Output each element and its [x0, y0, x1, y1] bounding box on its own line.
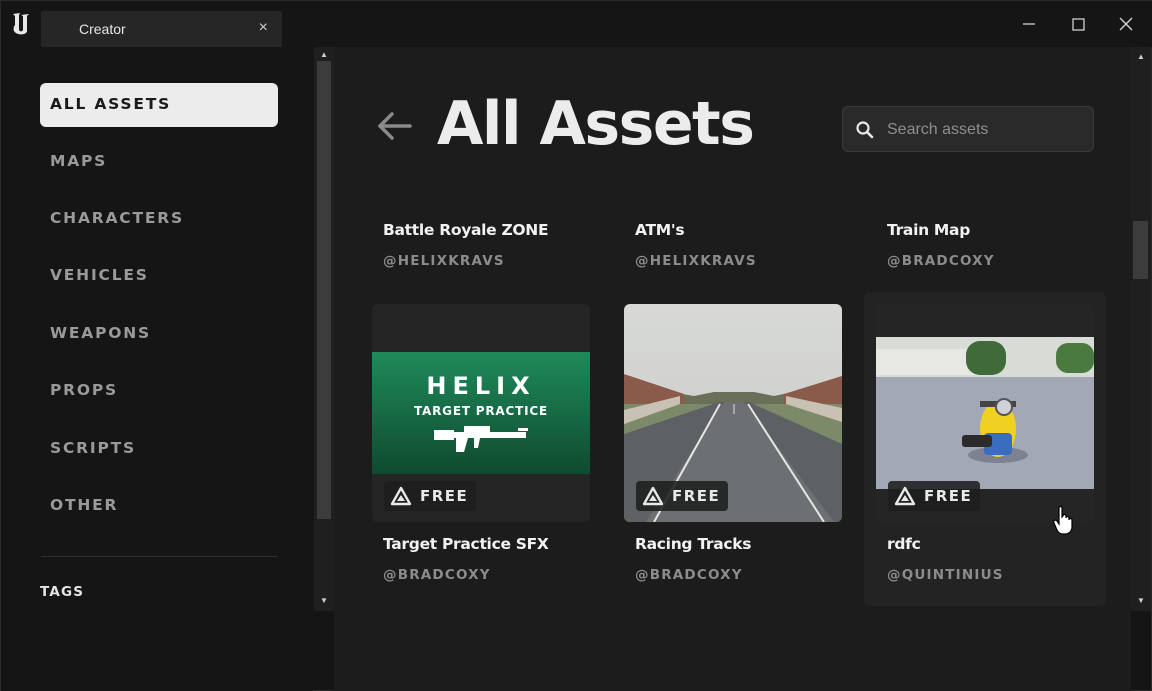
sidebar-item-weapons[interactable]: WEAPONS — [40, 312, 278, 356]
close-window-icon[interactable] — [1106, 9, 1146, 39]
asset-author[interactable]: @BRADCOXY — [383, 567, 491, 583]
tab-label: Creator — [79, 21, 126, 37]
search-box[interactable] — [842, 106, 1094, 152]
search-input[interactable] — [887, 119, 1087, 141]
minimize-icon[interactable] — [1009, 9, 1049, 39]
app-window: Creator × ALL ASSETS MAPS CHARACTERS VEH… — [0, 0, 1152, 691]
asset-card-racing-tracks[interactable]: FREE — [624, 304, 842, 522]
sidebar-item-other[interactable]: OTHER — [40, 484, 278, 528]
asset-title[interactable]: ATM's — [635, 221, 685, 239]
scroll-down-icon[interactable]: ▼ — [1132, 595, 1150, 607]
free-badge: FREE — [888, 481, 981, 511]
free-triangle-icon — [894, 486, 916, 506]
asset-title[interactable]: Train Map — [887, 221, 970, 239]
asset-title[interactable]: Target Practice SFX — [383, 535, 549, 553]
tab-creator[interactable]: Creator × — [41, 11, 282, 47]
asset-thumbnail: HELIX TARGET PRACTICE — [372, 352, 590, 474]
sidebar: ALL ASSETS MAPS CHARACTERS VEHICLES WEAP… — [1, 47, 313, 691]
sidebar-item-maps[interactable]: MAPS — [40, 140, 278, 184]
free-badge: FREE — [384, 481, 477, 511]
asset-author[interactable]: @BRADCOXY — [887, 253, 995, 269]
page-title: All Assets — [437, 89, 755, 159]
thumb-title: HELIX — [426, 372, 535, 400]
unreal-logo-icon[interactable] — [7, 9, 37, 39]
free-label: FREE — [420, 487, 469, 505]
sidebar-item-characters[interactable]: CHARACTERS — [40, 197, 278, 241]
title-bar: Creator × — [1, 1, 1152, 47]
scroll-up-icon[interactable]: ▲ — [1132, 51, 1150, 63]
scroll-up-icon[interactable]: ▲ — [315, 49, 333, 61]
tab-close-icon[interactable]: × — [259, 19, 268, 37]
asset-thumbnail — [876, 337, 1094, 489]
back-arrow-icon[interactable] — [376, 111, 412, 141]
asset-title[interactable]: Racing Tracks — [635, 535, 752, 553]
free-triangle-icon — [642, 486, 664, 506]
asset-title[interactable]: rdfc — [887, 535, 921, 553]
asset-title[interactable]: Battle Royale ZONE — [383, 221, 549, 239]
asset-card-target-practice[interactable]: HELIX TARGET PRACTICE FREE — [372, 304, 590, 522]
sidebar-item-vehicles[interactable]: VEHICLES — [40, 254, 278, 298]
sidebar-scrollbar[interactable]: ▲ ▼ — [314, 47, 334, 611]
free-triangle-icon — [390, 486, 412, 506]
sidebar-item-all-assets[interactable]: ALL ASSETS — [40, 83, 278, 127]
tags-heading: TAGS — [40, 584, 85, 600]
sidebar-item-scripts[interactable]: SCRIPTS — [40, 427, 278, 471]
scroll-down-icon[interactable]: ▼ — [315, 595, 333, 607]
main-scrollbar[interactable]: ▲ ▼ — [1131, 47, 1151, 611]
hand-cursor-icon — [1053, 505, 1073, 535]
free-label: FREE — [924, 487, 973, 505]
thumb-subtitle: TARGET PRACTICE — [414, 404, 548, 418]
asset-card-rdfc[interactable]: FREE — [876, 304, 1094, 522]
sidebar-scrollbar-thumb[interactable] — [317, 61, 331, 519]
search-icon — [856, 121, 874, 139]
main-content: All Assets Battle Royale ZONE @HELIXKRAV… — [334, 47, 1131, 691]
asset-author[interactable]: @HELIXKRAVS — [635, 253, 757, 269]
sidebar-item-props[interactable]: PROPS — [40, 369, 278, 413]
asset-author[interactable]: @BRADCOXY — [635, 567, 743, 583]
free-label: FREE — [672, 487, 721, 505]
asset-author[interactable]: @QUINTINIUS — [887, 567, 1004, 583]
main-scrollbar-thumb[interactable] — [1133, 221, 1148, 279]
sidebar-divider — [41, 556, 277, 557]
free-badge: FREE — [636, 481, 729, 511]
maximize-icon[interactable] — [1058, 9, 1098, 39]
asset-author[interactable]: @HELIXKRAVS — [383, 253, 505, 269]
